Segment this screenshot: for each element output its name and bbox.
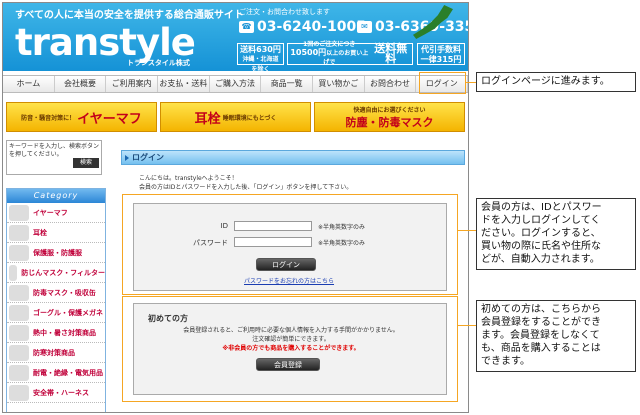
shipping-badge: 送料630円 沖縄・北海道を除く (237, 43, 284, 71)
logo-subtitle: トランスタイル株式 (127, 59, 190, 67)
login-form-highlight (122, 194, 458, 295)
nav-payment[interactable]: お支払・送料 (158, 76, 210, 92)
category-item[interactable]: 安全帯・ハーネス (7, 383, 105, 403)
shipping-badge-main: 送料630円 (240, 45, 281, 54)
banner-earplug-small: 睡眠環境にもとづく (222, 114, 277, 122)
category-label: 防じんマスク・フィルター (21, 268, 105, 277)
harness-icon (9, 384, 29, 401)
login-section-title: ログイン (121, 150, 465, 165)
category-item[interactable]: 耐電・絶縁・電気用品 (7, 363, 105, 383)
site-header: すべての人に本当の安全を提供する総合通販サイト transtyle トランスタイ… (3, 3, 468, 71)
banner-earplug-main: 耳栓 (194, 111, 221, 127)
category-label: 耐電・絶縁・電気用品 (33, 368, 103, 377)
nav-contact[interactable]: お問合わせ (365, 76, 417, 92)
category-item[interactable]: ゴーグル・保護メガネ (7, 303, 105, 323)
phone-text: 03-6240-1005 (257, 19, 367, 35)
banner-earmuff-small: 防音・騒音対策に！ (21, 114, 76, 122)
category-sidebar: Category イヤーマフ 耳栓 保護服・防護服 防じんマスク・フィルター 防… (6, 188, 106, 412)
category-label: 防毒マスク・吸収缶 (33, 288, 96, 297)
shipping-badge-sub: 沖縄・北海道を除く (242, 56, 279, 71)
category-item[interactable]: 耳栓 (7, 223, 105, 243)
cod-fee-badge: 代引手数料 一律315円 (417, 43, 465, 65)
category-label: イヤーマフ (33, 208, 68, 217)
search-box: キーワードを入力し、検索ボタンを押してください。 検索 (6, 140, 102, 175)
banner-earplug[interactable]: 耳栓 睡眠環境にもとづく (160, 102, 311, 132)
category-item[interactable]: 防毒マスク・吸収缶 (7, 283, 105, 303)
protective-suit-icon (9, 244, 29, 261)
cod-fee-main: 一律315円 (420, 55, 462, 64)
first-time-highlight (122, 296, 458, 402)
category-label: 熱中・暑さ対策商品 (33, 328, 96, 337)
earmuff-icon (9, 204, 29, 221)
free-shipping-badge: 1回のご注文につき 10500円以上のお買い上げで 送料無料 (287, 41, 413, 66)
order-label: ご注文・お問合わせ致します (239, 8, 330, 16)
welcome-message: こんにちは。transtyleへようこそ！ 会員の方はIDとパスワードを入力した… (139, 174, 352, 192)
category-item[interactable]: 防寒対策商品 (7, 343, 105, 363)
member-callout-connector (458, 230, 476, 231)
global-nav: ホーム 会社概要 ご利用案内 お支払・送料 ご購入方法 商品一覧 買い物かご お… (3, 75, 468, 93)
login-callout: ログインページに進みます。 (476, 72, 636, 92)
member-callout: 会員の方は、IDとパスワー ドを入力しログインしてく ださい。ログインすると、 … (476, 198, 636, 270)
category-label: 耳栓 (33, 228, 47, 237)
nav-products[interactable]: 商品一覧 (261, 76, 314, 92)
category-item[interactable]: 保護服・防護服 (7, 243, 105, 263)
nav-guide[interactable]: ご利用案内 (106, 76, 159, 92)
banner-earmuff[interactable]: 防音・騒音対策に！ イヤーマフ (6, 102, 157, 132)
category-item[interactable]: イヤーマフ (7, 203, 105, 223)
category-label: ゴーグル・保護メガネ (33, 308, 103, 317)
phone-icon: ☎ (239, 21, 254, 33)
free-shipping-amount: 10500円 (290, 48, 327, 57)
category-label: 防寒対策商品 (33, 348, 75, 357)
banner-mask-small: 快適自由にお選びください (353, 106, 426, 114)
category-heading: Category (7, 189, 105, 203)
search-button[interactable]: 検索 (73, 158, 99, 168)
goggles-icon (9, 304, 29, 321)
login-callout-connector (466, 82, 476, 83)
category-label: 保護服・防護服 (33, 248, 82, 257)
earplug-icon (9, 224, 29, 241)
free-shipping-sub: 以上のお買い上げで (323, 50, 369, 66)
tagline: すべての人に本当の安全を提供する総合通販サイト (15, 10, 244, 21)
fax-icon: ✉ (357, 21, 372, 33)
search-instruction: キーワードを入力し、検索ボタンを押してください。 (9, 143, 100, 158)
category-item[interactable]: 熱中・暑さ対策商品 (7, 323, 105, 343)
category-item[interactable]: 防じんマスク・フィルター (7, 263, 105, 283)
gas-mask-icon (9, 284, 29, 301)
promo-banners: 防音・騒音対策に！ イヤーマフ 耳栓 睡眠環境にもとづく 快適自由にお選びくださ… (6, 102, 465, 132)
fax-number: ✉ 03-6369-3354 (357, 19, 468, 35)
first-time-callout: 初めての方は、こちらから 会員登録をすることができ ます。会員登録をしなくて も… (476, 300, 636, 372)
login-nav-highlight (419, 72, 466, 94)
nav-how-to-buy[interactable]: ご購入方法 (210, 76, 262, 92)
nav-home[interactable]: ホーム (3, 76, 55, 92)
cod-fee-top: 代引手数料 (421, 45, 461, 54)
free-shipping-label: 送料無料 (374, 42, 408, 65)
nav-cart[interactable]: 買い物かご (313, 76, 365, 92)
welcome-line-2: 会員の方はIDとパスワードを入力した後、「ログイン」ボタンを押して下さい。 (139, 184, 353, 191)
category-label: 安全帯・ハーネス (33, 388, 89, 397)
nav-company[interactable]: 会社概要 (55, 76, 107, 92)
banner-mask[interactable]: 快適自由にお選びください 防塵・防毒マスク (314, 102, 465, 132)
banner-earmuff-main: イヤーマフ (77, 111, 142, 127)
phone-number: ☎ 03-6240-1005 (239, 19, 366, 35)
heat-icon (9, 324, 29, 341)
welcome-line-1: こんにちは。transtyleへようこそ！ (139, 175, 238, 182)
banner-mask-main: 防塵・防毒マスク (345, 115, 434, 129)
dust-mask-icon (9, 264, 18, 281)
first-callout-connector (458, 325, 476, 326)
cold-icon (9, 344, 29, 361)
glove-icon (9, 364, 29, 381)
